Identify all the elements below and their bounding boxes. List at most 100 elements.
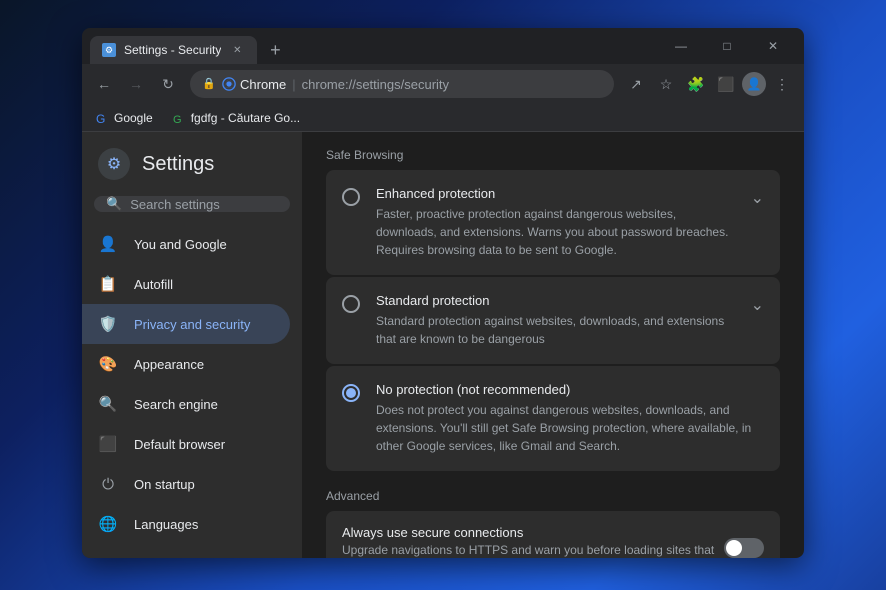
radio-dot <box>346 388 356 398</box>
address-bar-row: ← → ↻ 🔒 Chrome | chrome://settings/secur… <box>82 64 804 104</box>
no-protection-option-text: No protection (not recommended) Does not… <box>376 382 764 455</box>
sidebar-item-appearance[interactable]: 🎨 Appearance <box>82 344 290 384</box>
new-tab-button[interactable]: + <box>261 36 289 64</box>
safe-browsing-section: Safe Browsing Enhanced protection Faster… <box>302 132 804 489</box>
sidebar-item-autofill[interactable]: 📋 Autofill <box>82 264 290 304</box>
secure-connections-info: Always use secure connections Upgrade na… <box>342 525 724 558</box>
sidebar-label-downloads: Downloads <box>134 557 198 559</box>
sidebar-item-default-browser[interactable]: ⬛ Default browser <box>82 424 290 464</box>
default-browser-icon: ⬛ <box>98 434 118 454</box>
standard-protection-card[interactable]: Standard protection Standard protection … <box>326 277 780 364</box>
search-settings-placeholder: Search settings <box>130 197 220 212</box>
sidebar-label-languages: Languages <box>134 517 198 532</box>
sidebar-nav: 👤 You and Google 📋 Autofill 🛡️ Privacy a… <box>82 220 302 558</box>
secure-connections-desc: Upgrade navigations to HTTPS and warn yo… <box>342 543 724 558</box>
sidebar-item-privacy-and-security[interactable]: 🛡️ Privacy and security <box>82 304 290 344</box>
maximize-button[interactable]: □ <box>704 28 750 64</box>
minimize-button[interactable]: — <box>658 28 704 64</box>
search-icon: 🔍 <box>106 196 122 212</box>
languages-icon: 🌐 <box>98 514 118 534</box>
on-startup-icon: ⏻ <box>98 474 118 494</box>
sidebar-item-you-and-google[interactable]: 👤 You and Google <box>82 224 290 264</box>
sidebar-item-search-engine[interactable]: 🔍 Search engine <box>82 384 290 424</box>
bookmarks-bar: G Google G fgdfg - Căutare Go... <box>82 104 804 132</box>
sidebar-label-on-startup: On startup <box>134 477 195 492</box>
settings-logo-icon: ⚙ <box>98 148 130 180</box>
sidebar-label-autofill: Autofill <box>134 277 173 292</box>
secure-connections-row: Always use secure connections Upgrade na… <box>326 511 780 558</box>
settings-header: ⚙ Settings <box>82 140 302 196</box>
autofill-icon: 📋 <box>98 274 118 294</box>
enhanced-option-text: Enhanced protection Faster, proactive pr… <box>376 186 735 259</box>
no-protection-option-desc: Does not protect you against dangerous w… <box>376 401 764 455</box>
standard-chevron-icon: ⌄ <box>751 295 764 315</box>
title-bar: ⚙ Settings - Security ✕ + — □ ✕ <box>82 28 804 64</box>
no-protection-card[interactable]: No protection (not recommended) Does not… <box>326 366 780 471</box>
enhanced-chevron-icon: ⌄ <box>751 188 764 208</box>
svg-text:G: G <box>96 112 105 125</box>
bookmark-other-label: fgdfg - Căutare Go... <box>191 111 300 125</box>
bookmark-g-icon: G <box>173 111 187 125</box>
address-bar[interactable]: 🔒 Chrome | chrome://settings/security <box>190 70 614 98</box>
you-and-google-icon: 👤 <box>98 234 118 254</box>
back-button[interactable]: ← <box>90 70 118 98</box>
bookmark-google[interactable]: G Google <box>90 109 159 127</box>
tab-close-button[interactable]: ✕ <box>229 42 245 58</box>
google-g-icon: G <box>96 111 110 125</box>
lock-icon: 🔒 <box>202 77 216 91</box>
enhanced-option-desc: Faster, proactive protection against dan… <box>376 205 735 259</box>
chrome-logo-icon <box>222 77 236 91</box>
downloads-icon: ⬇ <box>98 554 118 558</box>
secure-connections-toggle[interactable] <box>724 538 764 558</box>
standard-option-text: Standard protection Standard protection … <box>376 293 735 348</box>
main-content: Safe Browsing Enhanced protection Faster… <box>302 132 804 558</box>
safe-browsing-label: Safe Browsing <box>326 148 780 162</box>
search-settings[interactable]: 🔍 Search settings <box>94 196 290 212</box>
advanced-section: Advanced Always use secure connections U… <box>302 489 804 558</box>
star-icon[interactable]: ☆ <box>652 70 680 98</box>
extensions-icon[interactable]: 🧩 <box>682 70 710 98</box>
sidebar-label-privacy-and-security: Privacy and security <box>134 317 250 332</box>
chrome-label: Chrome <box>240 77 286 92</box>
forward-button[interactable]: → <box>122 70 150 98</box>
url-path: chrome://settings/security <box>302 77 449 92</box>
svg-text:G: G <box>173 114 182 125</box>
tab-area: ⚙ Settings - Security ✕ + <box>90 28 654 64</box>
secure-connections-title: Always use secure connections <box>342 525 724 540</box>
tab-favicon: ⚙ <box>102 43 116 57</box>
tab-title: Settings - Security <box>124 43 221 57</box>
settings-title: Settings <box>142 153 214 176</box>
sidebar-item-languages[interactable]: 🌐 Languages <box>82 504 290 544</box>
toggle-knob <box>726 540 742 556</box>
reload-button[interactable]: ↻ <box>154 70 182 98</box>
enhanced-radio[interactable] <box>342 188 360 206</box>
avatar-icon[interactable]: 👤 <box>742 72 766 96</box>
sidebar: ⚙ Settings 🔍 Search settings 👤 You and G… <box>82 132 302 558</box>
sidebar-item-on-startup[interactable]: ⏻ On startup <box>82 464 290 504</box>
share-icon[interactable]: ↗ <box>622 70 650 98</box>
appearance-icon: 🎨 <box>98 354 118 374</box>
menu-icon[interactable]: ⋮ <box>768 70 796 98</box>
sidebar-label-appearance: Appearance <box>134 357 204 372</box>
standard-radio[interactable] <box>342 295 360 313</box>
standard-option-desc: Standard protection against websites, do… <box>376 312 735 348</box>
profile-tab-icon[interactable]: ⬛ <box>712 70 740 98</box>
toolbar-icons: ↗ ☆ 🧩 ⬛ 👤 ⋮ <box>622 70 796 98</box>
active-tab[interactable]: ⚙ Settings - Security ✕ <box>90 36 257 64</box>
search-engine-icon: 🔍 <box>98 394 118 414</box>
sidebar-label-search-engine: Search engine <box>134 397 218 412</box>
chrome-badge: Chrome <box>222 77 286 92</box>
content-area: ⚙ Settings 🔍 Search settings 👤 You and G… <box>82 132 804 558</box>
advanced-label: Advanced <box>326 489 780 503</box>
sidebar-label-you-and-google: You and Google <box>134 237 227 252</box>
window-controls: — □ ✕ <box>658 28 796 64</box>
standard-option-title: Standard protection <box>376 293 735 308</box>
enhanced-protection-card[interactable]: Enhanced protection Faster, proactive pr… <box>326 170 780 275</box>
close-button[interactable]: ✕ <box>750 28 796 64</box>
sidebar-label-default-browser: Default browser <box>134 437 225 452</box>
no-protection-radio[interactable] <box>342 384 360 402</box>
bookmark-other[interactable]: G fgdfg - Căutare Go... <box>167 109 306 127</box>
no-protection-option-title: No protection (not recommended) <box>376 382 764 397</box>
enhanced-option-title: Enhanced protection <box>376 186 735 201</box>
sidebar-item-downloads[interactable]: ⬇ Downloads <box>82 544 290 558</box>
